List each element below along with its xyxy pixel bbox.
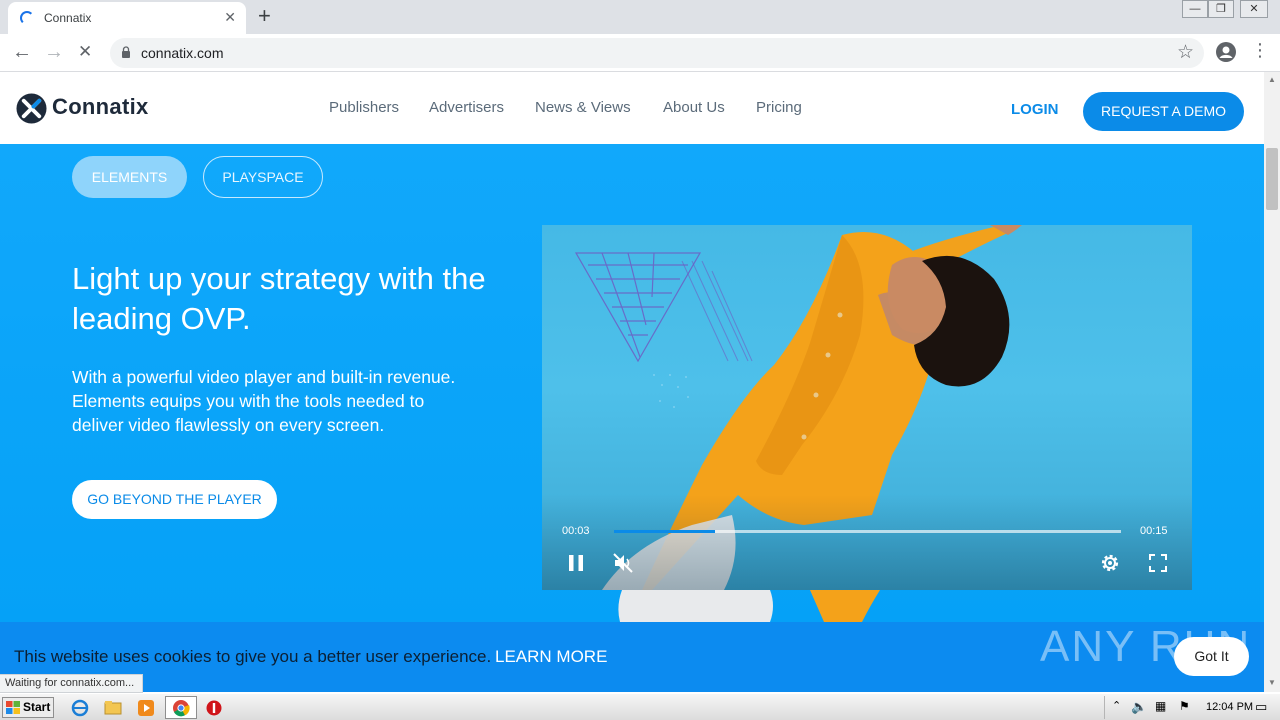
network-icon[interactable]: ▦ xyxy=(1155,699,1166,713)
show-desktop-icon[interactable]: ▭ xyxy=(1255,699,1267,715)
bookmark-star-icon[interactable]: ☆ xyxy=(1177,41,1194,64)
settings-gear-icon[interactable] xyxy=(1098,551,1122,575)
progress-bar[interactable] xyxy=(614,530,1121,533)
tab-close-icon[interactable]: ✕ xyxy=(224,9,236,26)
chrome-icon xyxy=(173,700,190,717)
connatix-logo-icon[interactable] xyxy=(16,93,47,124)
action-center-flag-icon[interactable]: ⚑ xyxy=(1179,699,1190,713)
site-header: Connatix Publishers Advertisers News & V… xyxy=(0,72,1264,144)
nav-about-us[interactable]: About Us xyxy=(663,99,725,116)
tray-expand-icon[interactable]: ⌃ xyxy=(1112,699,1121,712)
security-app-icon[interactable] xyxy=(205,699,223,717)
player-controls-gradient xyxy=(542,495,1192,590)
scroll-up-arrow-icon[interactable]: ▲ xyxy=(1268,75,1276,84)
loading-spinner-icon xyxy=(20,11,34,25)
new-tab-button[interactable]: + xyxy=(258,4,271,28)
page-scrollbar[interactable]: ▲ ▼ xyxy=(1264,72,1280,692)
start-label: Start xyxy=(23,700,51,714)
request-demo-button[interactable]: REQUEST A DEMO xyxy=(1083,92,1244,131)
browser-menu-icon[interactable]: ⋮ xyxy=(1251,40,1269,61)
chrome-taskbar-button[interactable] xyxy=(165,696,197,719)
tab-playspace[interactable]: PLAYSPACE xyxy=(203,156,323,198)
cookie-banner: This website uses cookies to give you a … xyxy=(0,622,1264,692)
duration: 00:15 xyxy=(1140,525,1168,537)
browser-tab-strip: Connatix ✕ + — ❐ ✕ xyxy=(0,0,1280,34)
nav-news-views[interactable]: News & Views xyxy=(535,99,631,116)
progress-fill xyxy=(614,530,716,533)
browser-toolbar: ← → ✕ connatix.com ☆ ⋮ xyxy=(0,34,1280,72)
fullscreen-icon[interactable] xyxy=(1146,551,1170,575)
brand-name[interactable]: Connatix xyxy=(52,94,149,120)
pause-icon[interactable] xyxy=(564,551,588,575)
cookie-message: This website uses cookies to give you a … xyxy=(14,647,492,666)
nav-pricing[interactable]: Pricing xyxy=(756,99,802,116)
muted-speaker-icon[interactable] xyxy=(611,551,635,575)
current-time: 00:03 xyxy=(562,525,590,537)
start-button[interactable]: Start xyxy=(2,697,54,718)
taskbar-clock: 12:04 PM xyxy=(1206,701,1254,713)
volume-icon[interactable]: 🔈 xyxy=(1131,699,1147,715)
media-player-icon[interactable] xyxy=(137,699,155,717)
address-bar[interactable]: connatix.com ☆ xyxy=(110,38,1204,68)
forward-button[interactable]: → xyxy=(44,40,64,64)
hero-image-overflow xyxy=(618,590,880,622)
window-close-button[interactable]: ✕ xyxy=(1240,0,1268,18)
login-link[interactable]: LOGIN xyxy=(1011,101,1059,118)
nav-advertisers[interactable]: Advertisers xyxy=(429,99,504,116)
system-tray: ⌃ 🔈 ▦ ⚑ ▭ xyxy=(1104,696,1280,719)
internet-explorer-icon[interactable] xyxy=(71,699,89,717)
back-button[interactable]: ← xyxy=(12,40,32,64)
restore-button[interactable]: ❐ xyxy=(1208,0,1234,18)
scroll-down-arrow-icon[interactable]: ▼ xyxy=(1268,678,1276,687)
minimize-button[interactable]: — xyxy=(1182,0,1208,18)
tab-title: Connatix xyxy=(44,11,92,25)
lock-icon xyxy=(122,46,130,58)
hero-headline: Light up your strategy with the leading … xyxy=(72,261,486,336)
learn-more-link[interactable]: LEARN MORE xyxy=(495,647,607,667)
loading-status-text: Waiting for connatix.com... xyxy=(0,674,144,693)
file-explorer-icon[interactable] xyxy=(104,699,122,717)
scroll-thumb[interactable] xyxy=(1266,148,1278,210)
got-it-button[interactable]: Got It xyxy=(1174,637,1249,676)
tab-elements[interactable]: ELEMENTS xyxy=(72,156,187,198)
hero-description: With a powerful video player and built-i… xyxy=(72,367,456,435)
go-beyond-player-button[interactable]: GO BEYOND THE PLAYER xyxy=(72,480,277,519)
hero-section: ELEMENTS PLAYSPACE Light up your strateg… xyxy=(0,144,1264,622)
windows-taskbar: Start ⌃ 🔈 ▦ ⚑ ▭ 12:04 PM xyxy=(0,693,1280,720)
url-text: connatix.com xyxy=(141,45,224,61)
video-player[interactable]: 00:03 00:15 xyxy=(542,225,1192,590)
windows-flag-icon xyxy=(6,701,20,714)
browser-tab[interactable]: Connatix ✕ xyxy=(8,2,246,34)
profile-avatar-icon[interactable] xyxy=(1216,42,1236,62)
stop-loading-button[interactable]: ✕ xyxy=(78,40,92,64)
nav-publishers[interactable]: Publishers xyxy=(329,99,399,116)
